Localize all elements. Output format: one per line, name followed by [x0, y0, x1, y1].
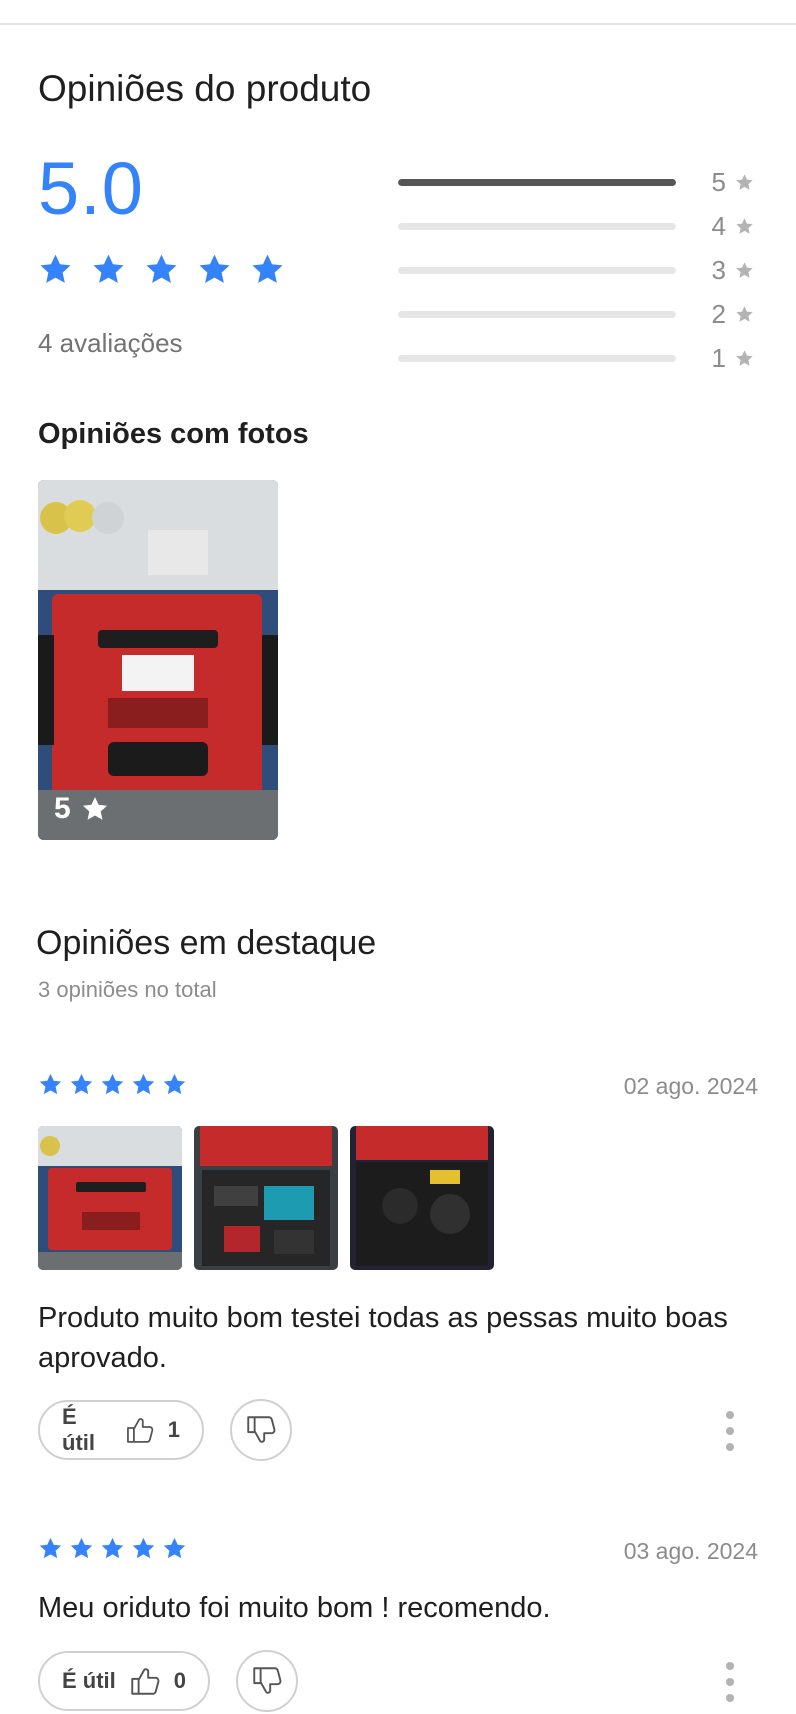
star-icon — [735, 261, 754, 280]
star-icon — [69, 1072, 94, 1097]
helpful-label: É útil — [62, 1404, 95, 1455]
helpful-label: É útil — [62, 1668, 116, 1693]
open-toolbox-photo — [194, 1126, 338, 1270]
distribution-bar — [398, 310, 676, 318]
helpful-button[interactable]: É útil 0 — [38, 1651, 210, 1711]
star-icon — [100, 1072, 125, 1097]
star-icon — [81, 795, 109, 823]
review-text: Produto muito bom testei todas as pessas… — [38, 1302, 728, 1374]
thumbs-down-icon — [244, 1413, 278, 1447]
review-text: Meu oriduto foi muito bom ! recomendo. — [38, 1592, 551, 1624]
distribution-row-4[interactable]: 4 — [398, 204, 758, 248]
star-icon — [38, 1072, 63, 1097]
star-icon — [69, 1536, 94, 1561]
distribution-row-5[interactable]: 5 — [398, 160, 758, 204]
review-stars — [38, 1536, 187, 1561]
star-icon — [735, 217, 754, 236]
more-vertical-icon-dot — [726, 1443, 734, 1451]
review-photo[interactable]: 5 — [38, 480, 278, 840]
more-vertical-icon-dot — [726, 1427, 734, 1435]
review-date: 02 ago. 2024 — [623, 1073, 758, 1099]
star-icon — [38, 1536, 63, 1561]
star-icon — [162, 1072, 187, 1097]
distribution-bar — [398, 178, 676, 186]
helpful-count: 1 — [167, 1417, 180, 1442]
distribution-bar — [398, 354, 676, 362]
more-vertical-icon-dot — [726, 1678, 734, 1686]
review-thumbnail[interactable] — [350, 1126, 494, 1270]
average-rating: 5.0 — [38, 147, 144, 230]
star-icon — [144, 252, 179, 287]
distribution-bar — [398, 222, 676, 230]
star-icon — [91, 252, 126, 287]
star-icon — [735, 173, 754, 192]
thumbs-down-icon — [250, 1664, 284, 1698]
photo-rating-value: 5 — [54, 792, 71, 825]
distribution-label: 4 — [711, 210, 726, 241]
distribution-row-3[interactable]: 3 — [398, 248, 758, 292]
distribution-label: 3 — [711, 254, 726, 285]
more-vertical-icon-dot — [726, 1694, 734, 1702]
more-options-button[interactable] — [724, 1411, 736, 1451]
more-vertical-icon — [726, 1411, 734, 1419]
star-icon — [100, 1536, 125, 1561]
open-toolbox-photo — [350, 1126, 494, 1270]
review-thumbnail[interactable] — [194, 1126, 338, 1270]
top-divider — [0, 23, 796, 25]
thumbs-up-icon — [128, 1664, 162, 1698]
toolbox-photo — [38, 1126, 182, 1270]
distribution-label: 2 — [711, 298, 726, 329]
distribution-bar — [398, 266, 676, 274]
rating-distribution: 5 4 3 2 1 — [398, 160, 758, 380]
photo-rating-badge: 5 — [54, 792, 109, 826]
review-count: 4 avaliações — [38, 328, 183, 358]
star-icon — [735, 305, 754, 324]
more-vertical-icon — [726, 1662, 734, 1670]
average-stars — [38, 252, 285, 287]
star-icon — [131, 1072, 156, 1097]
distribution-row-2[interactable]: 2 — [398, 292, 758, 336]
featured-reviews-subtitle: 3 opiniões no total — [38, 977, 217, 1002]
review-thumbnail[interactable] — [38, 1126, 182, 1270]
review-stars — [38, 1072, 187, 1097]
thumbs-up-icon — [124, 1413, 156, 1447]
toolbox-photo — [38, 480, 278, 840]
helpful-count: 0 — [173, 1668, 186, 1693]
helpful-button[interactable]: É útil 1 — [38, 1400, 204, 1460]
distribution-row-1[interactable]: 1 — [398, 336, 758, 380]
photos-section-title: Opiniões com fotos — [38, 418, 309, 450]
star-icon — [735, 349, 754, 368]
star-icon — [197, 252, 232, 287]
star-icon — [131, 1536, 156, 1561]
page-title: Opiniões do produto — [38, 68, 372, 109]
star-icon — [250, 252, 285, 287]
review-date: 03 ago. 2024 — [623, 1538, 758, 1564]
featured-reviews-title: Opiniões em destaque — [36, 924, 377, 962]
not-helpful-button[interactable] — [230, 1399, 292, 1461]
more-options-button[interactable] — [724, 1662, 736, 1702]
not-helpful-button[interactable] — [236, 1650, 298, 1712]
star-icon — [162, 1536, 187, 1561]
distribution-bar-fill — [398, 178, 676, 186]
distribution-label: 1 — [711, 342, 726, 373]
star-icon — [38, 252, 73, 287]
distribution-label: 5 — [711, 166, 726, 197]
